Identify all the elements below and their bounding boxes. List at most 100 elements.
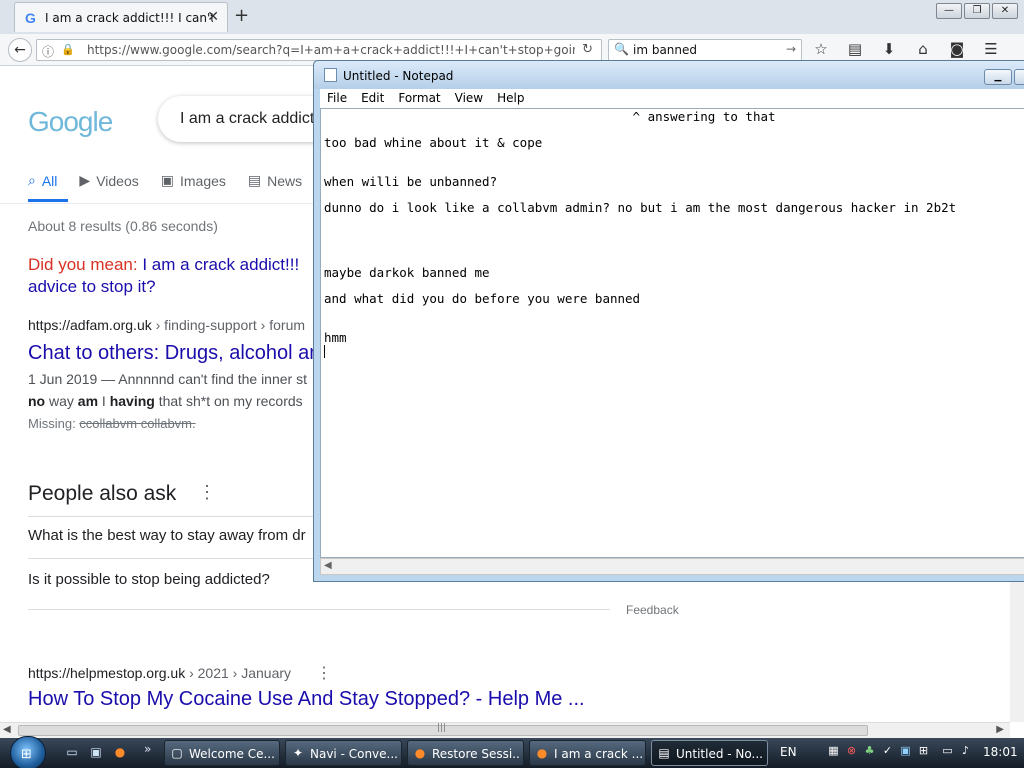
- quicklaunch-more-icon[interactable]: »: [144, 742, 151, 756]
- close-button[interactable]: ✕: [992, 3, 1018, 19]
- active-tab-underline: [28, 199, 68, 202]
- paa-question[interactable]: Is it possible to stop being addicted?: [28, 571, 270, 588]
- result-stats: About 8 results (0.86 seconds): [28, 218, 218, 234]
- switch-windows-icon[interactable]: ▣: [88, 745, 104, 761]
- did-you-mean-link-cont[interactable]: advice to stop it?: [28, 277, 156, 296]
- scroll-left-icon[interactable]: ◀: [324, 560, 332, 571]
- tray-windows-icon[interactable]: ⊞: [916, 744, 931, 760]
- scroll-right-icon[interactable]: ▶: [996, 724, 1004, 735]
- notepad-text-area[interactable]: ^ answering to that too bad whine about …: [320, 108, 1024, 558]
- snippet-bold: no: [28, 393, 46, 409]
- notepad-minimize-button[interactable]: ▁: [984, 69, 1012, 85]
- network-icon[interactable]: ▦: [826, 744, 841, 760]
- notepad-maximize-button[interactable]: [1014, 69, 1024, 85]
- start-button[interactable]: ⊞: [10, 736, 46, 768]
- minimize-button[interactable]: —: [936, 3, 962, 19]
- bookmark-star-icon[interactable]: ☆: [810, 40, 832, 60]
- tray-app-icon[interactable]: ♣: [862, 744, 877, 760]
- menu-hamburger-icon[interactable]: ☰: [980, 40, 1002, 60]
- tray-monitor-icon[interactable]: ▣: [898, 744, 913, 760]
- url-bar[interactable]: ⓘ 🔒 https://www.google.com/search?q=I+am…: [36, 39, 602, 61]
- clock[interactable]: 18:01: [983, 745, 1018, 759]
- tab-all[interactable]: ⌕ All: [28, 172, 57, 189]
- lock-icon[interactable]: 🔒: [61, 43, 75, 56]
- show-desktop-icon[interactable]: ▭: [64, 745, 80, 761]
- result-cite[interactable]: https://adfam.org.uk › finding-support ›…: [28, 317, 305, 333]
- taskbar-item-notepad[interactable]: ▤ Untitled - No...: [651, 740, 768, 766]
- volume-icon[interactable]: ♪: [958, 744, 973, 760]
- taskbar: ⊞ ▭ ▣ ● » ▢ Welcome Ce... ✦ Navi - Conve…: [0, 736, 1024, 768]
- result-title-link[interactable]: Chat to others: Drugs, alcohol an: [28, 342, 320, 365]
- window-controls: — ❐ ✕: [936, 3, 1018, 19]
- text-line: and what did you do before you were bann…: [324, 291, 641, 306]
- image-icon: ▣: [160, 172, 174, 188]
- display-icon[interactable]: ▭: [940, 744, 955, 760]
- did-you-mean-link[interactable]: I am a crack addict!!!: [142, 255, 299, 274]
- back-button[interactable]: ←: [8, 38, 32, 62]
- text-line: hmm: [324, 330, 347, 345]
- library-icon[interactable]: ▤: [844, 40, 866, 60]
- system-tray: ▦ ⊗ ♣ ✓ ▣ ⊞ ▭ ♪: [826, 744, 973, 760]
- restore-button[interactable]: ❐: [964, 3, 990, 19]
- google-favicon-icon: G: [25, 10, 36, 26]
- notepad-horizontal-scrollbar[interactable]: ◀: [320, 558, 1024, 575]
- home-icon[interactable]: ⌂: [912, 40, 934, 60]
- menu-help[interactable]: Help: [490, 89, 531, 108]
- search-box[interactable]: 🔍 im banned →: [608, 39, 802, 61]
- menu-edit[interactable]: Edit: [354, 89, 391, 108]
- tab-images[interactable]: ▣ Images: [161, 172, 226, 189]
- result-cite[interactable]: https://helpmestop.org.uk › 2021 › Janua…: [28, 665, 291, 681]
- safely-remove-icon[interactable]: ✓: [880, 744, 895, 760]
- text-caret: [324, 345, 325, 358]
- result-title-link[interactable]: How To Stop My Cocaine Use And Stay Stop…: [28, 688, 585, 711]
- paa-question[interactable]: What is the best way to stay away from d…: [28, 527, 306, 544]
- tab-videos[interactable]: ▶ Videos: [79, 172, 138, 189]
- taskbar-item-restore-session[interactable]: ● Restore Sessi...: [407, 740, 524, 766]
- info-icon[interactable]: ⓘ: [42, 43, 54, 60]
- tab-title: I am a crack addict!!! I can't...: [45, 11, 213, 25]
- notepad-title-bar[interactable]: Untitled - Notepad ▁: [314, 61, 1024, 89]
- downloads-icon[interactable]: ⬇: [878, 40, 900, 60]
- paa-divider: [28, 558, 318, 559]
- horizontal-scrollbar[interactable]: ◀ ||| ▶: [0, 722, 1010, 738]
- menu-file[interactable]: File: [320, 89, 354, 108]
- did-you-mean-label: Did you mean:: [28, 255, 138, 274]
- cite-path: › finding-support › forum: [151, 317, 306, 333]
- tab-google-search[interactable]: G I am a crack addict!!! I can't... ✕: [14, 2, 228, 32]
- tab-news[interactable]: ▤ News: [248, 172, 302, 189]
- notepad-window: Untitled - Notepad ▁ File Edit Format Vi…: [313, 60, 1024, 582]
- search-input[interactable]: im banned: [633, 43, 697, 57]
- taskbar-item-google-search[interactable]: ● I am a crack ...: [529, 740, 646, 766]
- scroll-left-icon[interactable]: ◀: [3, 724, 11, 735]
- pocket-icon[interactable]: ◙: [946, 40, 968, 60]
- reload-icon[interactable]: ↻: [582, 42, 593, 57]
- snippet-text: that sh*t on my records: [154, 393, 303, 409]
- more-options-icon[interactable]: ⋮: [316, 663, 332, 683]
- firefox-icon: ●: [536, 746, 548, 760]
- paa-divider: [28, 609, 610, 610]
- security-alert-icon[interactable]: ⊗: [844, 744, 859, 760]
- firefox-quicklaunch-icon[interactable]: ●: [112, 745, 128, 761]
- more-options-icon[interactable]: ⋮: [198, 482, 216, 503]
- url-input[interactable]: https://www.google.com/search?q=I+am+a+c…: [87, 43, 575, 57]
- tab-bar: G I am a crack addict!!! I can't... ✕ + …: [0, 0, 1024, 34]
- new-tab-button[interactable]: +: [234, 5, 249, 26]
- menu-format[interactable]: Format: [391, 89, 447, 108]
- search-go-icon[interactable]: →: [786, 42, 796, 56]
- tab-close-icon[interactable]: ✕: [207, 9, 219, 25]
- notepad-icon: [324, 68, 337, 82]
- cite-domain: https://adfam.org.uk: [28, 317, 152, 333]
- google-logo[interactable]: Google: [28, 106, 113, 138]
- taskbar-item-welcome-center[interactable]: ▢ Welcome Ce...: [164, 740, 280, 766]
- menu-view[interactable]: View: [448, 89, 490, 108]
- language-indicator[interactable]: EN: [780, 745, 797, 759]
- task-label: Navi - Conve...: [310, 747, 398, 761]
- missing-terms-value: ccollabvm collabvm.: [79, 416, 196, 431]
- snippet-text: way: [45, 393, 78, 409]
- tab-news-label: News: [267, 172, 303, 189]
- search-icon: 🔍: [614, 42, 629, 56]
- feedback-link[interactable]: Feedback: [626, 603, 679, 617]
- people-also-ask-heading: People also ask: [28, 482, 177, 505]
- taskbar-item-navi[interactable]: ✦ Navi - Conve...: [285, 740, 402, 766]
- google-query-input[interactable]: I am a crack addict: [180, 110, 314, 128]
